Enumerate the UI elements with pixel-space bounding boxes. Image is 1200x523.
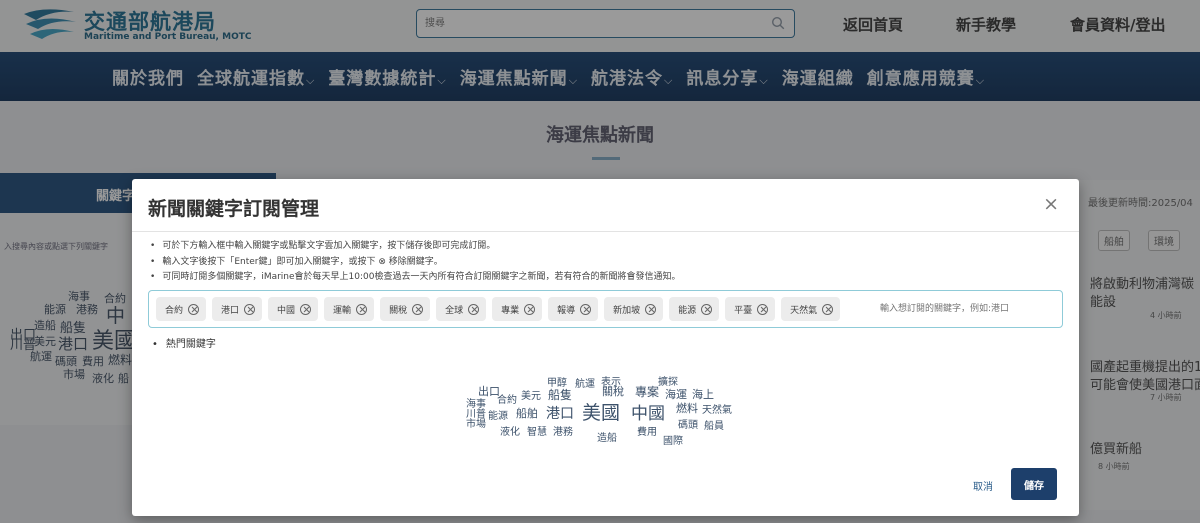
keyword-tag-label: 運輸 <box>333 305 352 316</box>
modal-divider <box>132 231 1079 232</box>
hot-keyword[interactable]: 專案 <box>635 383 659 400</box>
hot-keyword[interactable]: 港口 <box>546 403 574 423</box>
hot-keyword[interactable]: 關稅 <box>602 383 624 399</box>
keyword-tag-label: 能源 <box>678 305 697 316</box>
remove-tag-icon[interactable] <box>244 303 256 315</box>
keyword-tag: 中國 <box>268 297 319 321</box>
hot-keyword[interactable]: 燃料 <box>676 400 698 416</box>
hot-keyword[interactable]: 港務 <box>553 423 573 438</box>
remove-tag-icon[interactable] <box>468 303 480 315</box>
remove-tag-icon[interactable] <box>701 303 713 315</box>
hot-keyword[interactable]: 中國 <box>631 399 665 424</box>
hot-keyword[interactable]: 天然氣 <box>702 401 732 416</box>
hot-keywords-label: 熱門關鍵字 <box>152 335 216 350</box>
remove-tag-icon[interactable] <box>580 303 592 315</box>
keyword-tag: 合約 <box>156 297 207 321</box>
keyword-tag: 關稅 <box>380 297 431 321</box>
keyword-tag: 平臺 <box>725 297 776 321</box>
keyword-tag-input[interactable]: 合約 港口 中國 運輸 關稅 全球 專業 報導 新加坡 能源 平臺 天然氣 <box>148 290 1063 328</box>
keyword-subscription-modal: 新聞關鍵字訂閱管理 × 可於下方輸入框中輸入關鍵字或點擊文字雲加入關鍵字，按下儲… <box>132 179 1079 516</box>
keyword-tag-label: 港口 <box>221 305 240 316</box>
hot-keyword[interactable]: 美國 <box>582 398 620 425</box>
hot-keyword[interactable]: 船員 <box>704 417 724 432</box>
hot-keyword[interactable]: 費用 <box>637 423 657 438</box>
remove-tag-icon[interactable] <box>822 303 834 315</box>
keyword-tag: 港口 <box>212 297 263 321</box>
hot-keyword[interactable]: 智慧 <box>527 423 547 438</box>
remove-tag-icon[interactable] <box>412 303 424 315</box>
keyword-tag-label: 中國 <box>277 305 296 316</box>
hot-keyword[interactable]: 國際 <box>663 432 683 447</box>
keyword-input[interactable] <box>880 298 1058 320</box>
keyword-tag-label: 全球 <box>445 305 464 316</box>
remove-tag-icon[interactable] <box>300 303 312 315</box>
cancel-button[interactable]: 取消 <box>973 478 993 493</box>
hot-keyword[interactable]: 能源 <box>488 407 508 422</box>
keyword-tag: 新加坡 <box>604 297 664 321</box>
remove-tag-icon[interactable] <box>757 303 769 315</box>
instruction-item: 可於下方輸入框中輸入關鍵字或點擊文字雲加入關鍵字，按下儲存後即可完成訂閱。 <box>150 239 680 255</box>
keyword-tag: 報導 <box>548 297 599 321</box>
hot-keyword[interactable]: 船舶 <box>516 405 538 421</box>
hot-keyword[interactable]: 碼頭 <box>678 416 698 431</box>
keyword-tag-label: 專業 <box>501 305 520 316</box>
hot-keyword[interactable]: 美元 <box>521 387 541 402</box>
keyword-tag-label: 平臺 <box>734 305 753 316</box>
keyword-tag-label: 關稅 <box>389 305 408 316</box>
remove-tag-icon[interactable] <box>356 303 368 315</box>
keyword-tag-label: 新加坡 <box>613 305 641 316</box>
keyword-tag: 運輸 <box>324 297 375 321</box>
remove-tag-icon[interactable] <box>645 303 657 315</box>
keyword-tag-label: 報導 <box>557 305 576 316</box>
keyword-tag: 專業 <box>492 297 543 321</box>
hot-keyword[interactable]: 船隻 <box>548 386 572 403</box>
hot-keyword[interactable]: 航運 <box>575 375 595 390</box>
modal-title: 新聞關鍵字訂閱管理 <box>148 198 320 220</box>
remove-tag-icon[interactable] <box>188 303 200 315</box>
hot-keyword[interactable]: 市場 <box>466 415 486 430</box>
keyword-tag: 全球 <box>436 297 487 321</box>
close-icon[interactable]: × <box>1043 195 1059 214</box>
remove-tag-icon[interactable] <box>524 303 536 315</box>
hot-keyword[interactable]: 合約 <box>497 391 517 406</box>
save-button[interactable]: 儲存 <box>1011 468 1057 500</box>
hot-keyword[interactable]: 液化 <box>500 423 520 438</box>
instruction-list: 可於下方輸入框中輸入關鍵字或點擊文字雲加入關鍵字，按下儲存後即可完成訂閱。 輸入… <box>150 239 680 286</box>
instruction-item: 可同時訂閱多個關鍵字，iMarine會於每天早上10:00檢查過去一天內所有符合… <box>150 270 680 286</box>
keyword-tag-list: 合約 港口 中國 運輸 關稅 全球 專業 報導 新加坡 能源 平臺 天然氣 <box>156 297 846 321</box>
keyword-tag-label: 合約 <box>165 305 184 316</box>
instruction-item: 輸入文字後按下「Enter鍵」即可加入關鍵字，或按下 ⊗ 移除關鍵字。 <box>150 255 680 271</box>
keyword-tag: 天然氣 <box>781 297 841 321</box>
keyword-tag: 能源 <box>669 297 720 321</box>
keyword-tag-label: 天然氣 <box>790 305 818 316</box>
hot-keyword[interactable]: 造船 <box>597 429 617 444</box>
